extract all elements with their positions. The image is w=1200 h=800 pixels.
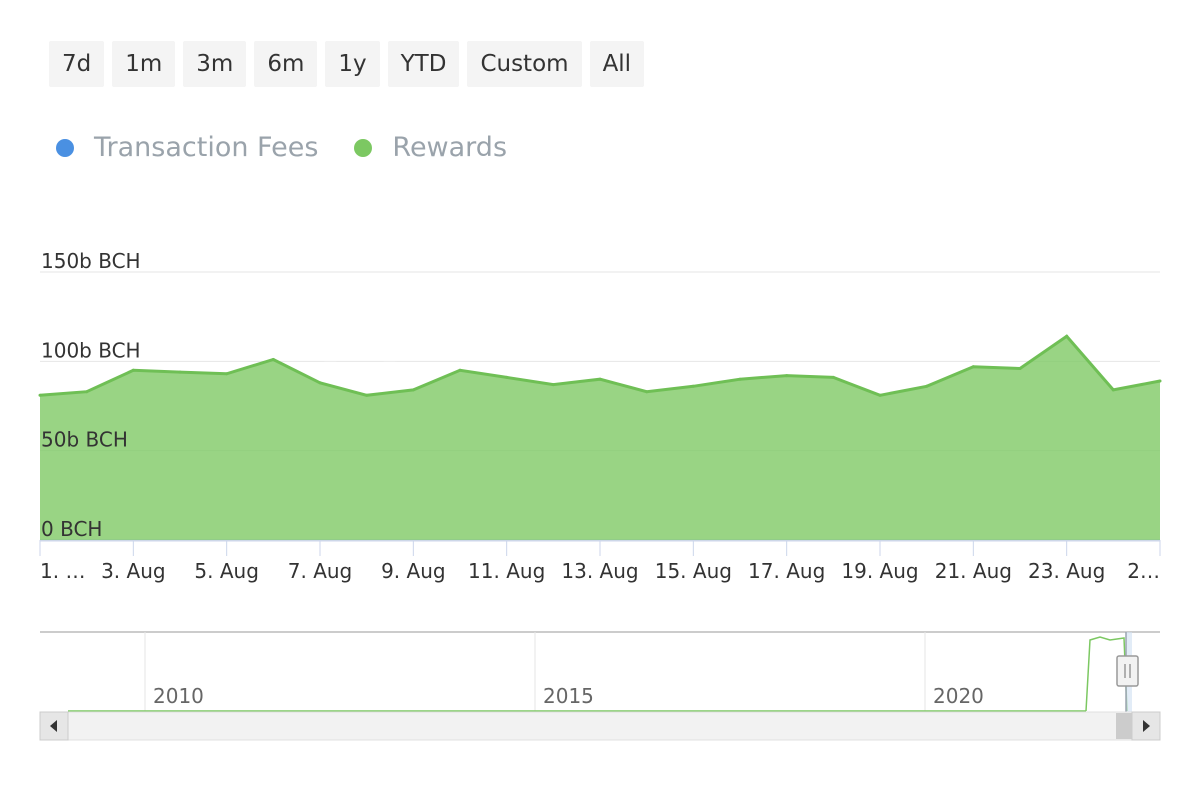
x-tick-label: 17. Aug: [748, 559, 825, 583]
x-tick-label: 15. Aug: [655, 559, 732, 583]
rewards-point[interactable]: [691, 384, 695, 388]
rewards-point[interactable]: [271, 358, 275, 361]
rewards-point[interactable]: [831, 375, 835, 379]
navigator-handle[interactable]: [1116, 655, 1139, 687]
x-tick-label: 19. Aug: [841, 559, 918, 583]
rewards-point[interactable]: [738, 377, 742, 381]
rewards-point[interactable]: [458, 368, 462, 372]
series-layer: [38, 334, 1162, 541]
x-tick-label: 11. Aug: [468, 559, 545, 583]
x-tick-label: 13. Aug: [561, 559, 638, 583]
rewards-point[interactable]: [131, 368, 135, 372]
rewards-point[interactable]: [925, 384, 929, 388]
scrollbar[interactable]: [39, 711, 1161, 741]
rewards-point[interactable]: [971, 365, 975, 369]
rewards-point[interactable]: [1111, 388, 1115, 392]
rewards-point[interactable]: [365, 393, 369, 397]
navigator-year-label: 2015: [543, 684, 594, 708]
rewards-point[interactable]: [318, 381, 322, 385]
rewards-point[interactable]: [785, 374, 789, 378]
rewards-point[interactable]: [178, 370, 182, 374]
rewards-point[interactable]: [225, 372, 229, 376]
rewards-point[interactable]: [598, 377, 602, 381]
rewards-point[interactable]: [1065, 334, 1069, 338]
y-tick-label: 0 BCH: [41, 517, 102, 541]
rewards-point[interactable]: [645, 390, 649, 394]
y-tick-label: 100b BCH: [41, 338, 141, 362]
x-tick-label: 9. Aug: [381, 559, 446, 583]
rewards-point[interactable]: [551, 383, 555, 387]
rewards-point[interactable]: [1018, 367, 1022, 370]
rewards-point[interactable]: [411, 388, 415, 392]
chart: intotheblock 0 BCH50b BCH100b BCH150b BC…: [38, 249, 1162, 741]
y-tick-label: 50b BCH: [41, 428, 128, 452]
rewards-point[interactable]: [505, 375, 509, 379]
navigator-year-label: 2010: [153, 684, 204, 708]
x-tick-label: 2…: [1127, 559, 1160, 583]
rewards-point[interactable]: [38, 393, 42, 397]
scroll-right-button[interactable]: [1131, 711, 1161, 741]
x-tick-label: 1. …: [40, 559, 85, 583]
y-tick-label: 150b BCH: [41, 249, 141, 273]
rewards-point[interactable]: [878, 393, 882, 397]
x-tick-label: 3. Aug: [101, 559, 166, 583]
scrollbar-track[interactable]: [39, 711, 1161, 741]
rewards-point[interactable]: [1158, 379, 1162, 383]
x-tick-label: 23. Aug: [1028, 559, 1105, 583]
x-tick-label: 21. Aug: [935, 559, 1012, 583]
x-tick-label: 5. Aug: [194, 559, 259, 583]
navigator-year-label: 2020: [933, 684, 984, 708]
navigator: 2010 2015 2020: [39, 631, 1161, 741]
scroll-left-button[interactable]: [39, 711, 69, 741]
scrollbar-thumb[interactable]: [1116, 713, 1132, 739]
x-axis: 1. … 3. Aug 5. Aug 7. Aug 9. Aug 11. Aug 13. A…: [39, 540, 1161, 583]
x-tick-label: 7. Aug: [288, 559, 353, 583]
rewards-point[interactable]: [85, 390, 89, 394]
